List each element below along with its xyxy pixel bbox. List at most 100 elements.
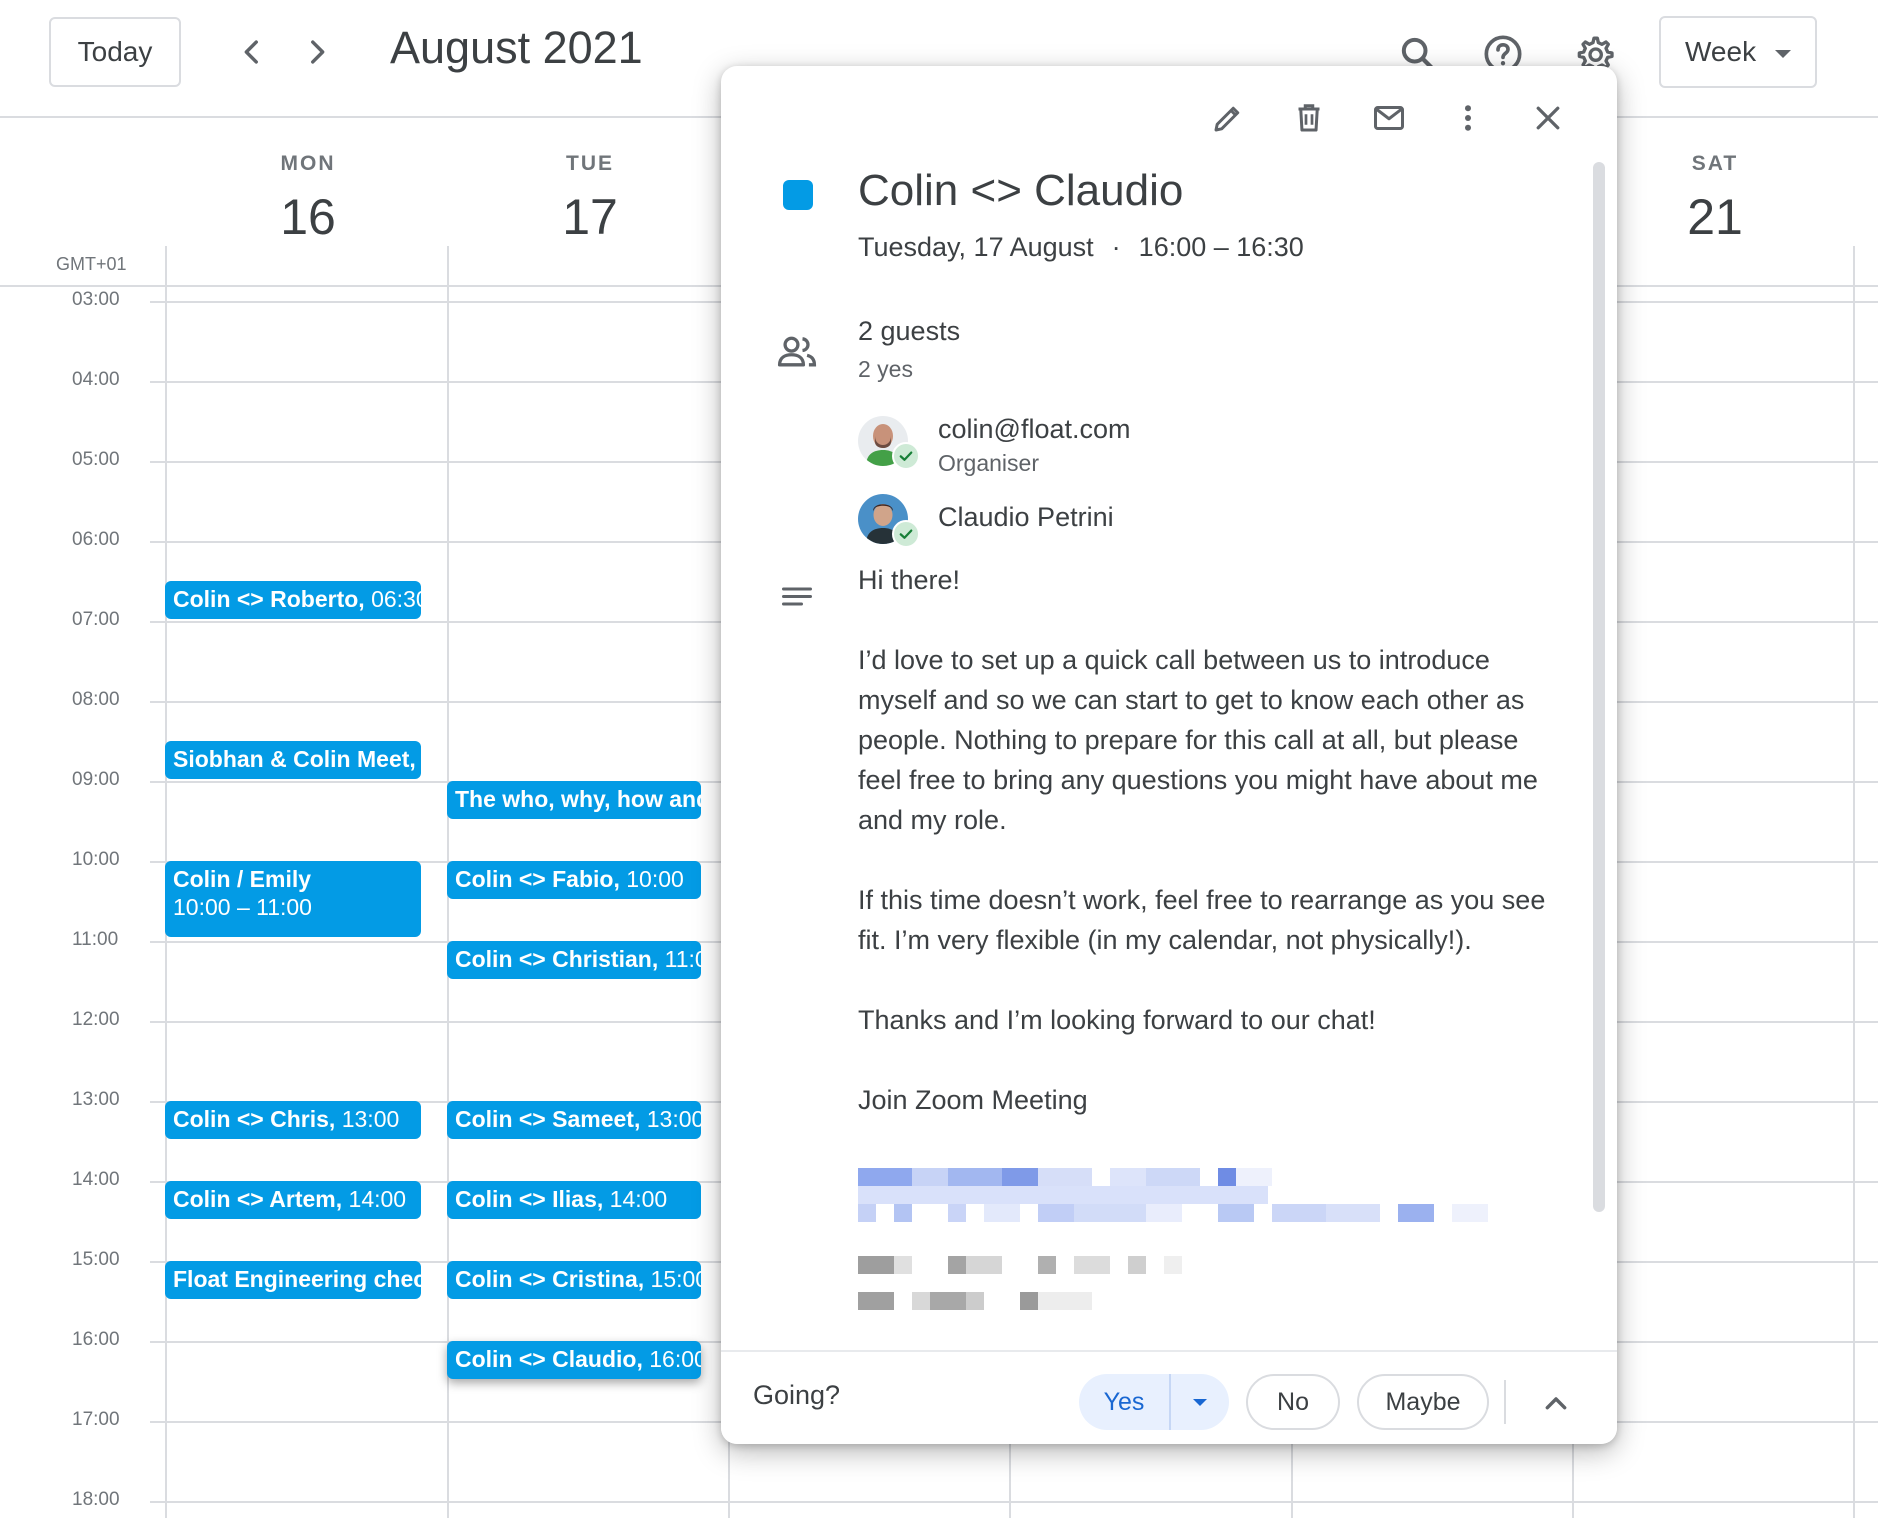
timezone-label: GMT+01 — [56, 254, 127, 274]
event-tue-who-why[interactable]: The who, why, how and — [447, 781, 701, 819]
time-label: 17:00 — [72, 1409, 120, 1430]
time-label: 14:00 — [72, 1169, 120, 1190]
separator-dot: · — [1111, 232, 1121, 262]
event-title: Colin <> Chris, — [173, 1106, 336, 1132]
pencil-icon — [1214, 106, 1240, 132]
rsvp-no-button[interactable]: No — [1246, 1374, 1340, 1430]
event-title: Colin <> Fabio, — [455, 866, 620, 892]
event-title: The who, why, how and — [455, 786, 701, 812]
description-paragraph: Hi there! — [858, 565, 961, 595]
rsvp-maybe-button[interactable]: Maybe — [1357, 1374, 1489, 1430]
close-button[interactable] — [1520, 90, 1576, 146]
day-header-mon[interactable]: MON 16 — [167, 120, 449, 246]
day-header-tue[interactable]: TUE 17 — [449, 120, 731, 246]
caret-down-icon — [1775, 50, 1791, 58]
event-time: 15:00 — [650, 1266, 701, 1292]
day-number[interactable]: 17 — [449, 188, 731, 246]
event-time: 16:00 — [642, 1346, 701, 1372]
popup-scrollbar[interactable] — [1593, 162, 1605, 1212]
close-icon — [1536, 106, 1560, 130]
people-icon — [777, 336, 817, 367]
day-of-week: TUE — [566, 152, 614, 175]
event-mon-chris[interactable]: Colin <> Chris, 13:00 — [165, 1101, 421, 1139]
event-tue-ilias[interactable]: Colin <> Ilias, 14:00 — [447, 1181, 701, 1219]
collapse-button[interactable] — [1531, 1378, 1581, 1428]
today-button[interactable]: Today — [49, 17, 181, 87]
event-time: 14:00 — [603, 1186, 668, 1212]
rsvp-yes-dropdown[interactable] — [1171, 1374, 1229, 1430]
event-title-heading: Colin <> Claudio — [858, 166, 1184, 215]
event-title: Colin <> Ilias, — [455, 1186, 604, 1212]
guests-count: 2 guests — [858, 316, 961, 346]
event-tue-claudio[interactable]: Colin <> Claudio, 16:00 — [447, 1341, 701, 1379]
view-selector[interactable]: Week — [1659, 16, 1817, 88]
event-title: Colin <> Christian, — [455, 946, 659, 972]
email-guests-button[interactable] — [1361, 90, 1417, 146]
event-mon-siobhan[interactable]: Siobhan & Colin Meet, — [165, 741, 421, 779]
event-time: 13:00 — [335, 1106, 400, 1132]
description-paragraph: If this time doesn’t work, feel free to … — [858, 885, 1546, 955]
redacted-text — [858, 1256, 1188, 1274]
trash-icon — [1298, 104, 1320, 132]
event-time: 11:00 — [664, 946, 701, 972]
event-mon-emily[interactable]: Colin / Emily 10:00 – 11:00 — [165, 861, 421, 937]
event-tue-sameet[interactable]: Colin <> Sameet, 13:00 — [447, 1101, 701, 1139]
guest-name: Claudio Petrini — [938, 502, 1114, 532]
day-number[interactable]: 16 — [167, 188, 449, 246]
event-time: 06:30 — [371, 586, 421, 612]
event-datetime: Tuesday, 17 August · 16:00 – 16:30 — [858, 232, 1304, 263]
event-mon-artem[interactable]: Colin <> Artem, 14:00 — [165, 1181, 421, 1219]
event-date: Tuesday, 17 August — [858, 232, 1094, 262]
chevron-right-icon — [311, 40, 325, 64]
day-divider — [1853, 246, 1855, 1518]
description-paragraph: Join Zoom Meeting — [858, 1085, 1088, 1115]
guest-role: Organiser — [938, 450, 1039, 476]
chevron-up-icon — [1545, 1397, 1567, 1410]
event-tue-christian[interactable]: Colin <> Christian, 11:00 — [447, 941, 701, 979]
rsvp-footer: Going? Yes No Maybe — [721, 1350, 1617, 1444]
day-of-week: MON — [280, 152, 336, 175]
event-title: Colin <> Cristina, — [455, 1266, 645, 1292]
more-options-button[interactable] — [1440, 90, 1496, 146]
previous-week-button[interactable] — [226, 26, 278, 78]
event-title: Colin <> Artem, — [173, 1186, 343, 1212]
time-label: 04:00 — [72, 369, 120, 390]
time-label: 03:00 — [72, 289, 120, 310]
event-tue-cristina[interactable]: Colin <> Cristina, 15:00 — [447, 1261, 701, 1299]
time-label: 06:00 — [72, 529, 120, 550]
next-week-button[interactable] — [291, 26, 343, 78]
event-time-range: 16:00 – 16:30 — [1138, 232, 1304, 262]
event-time: 13:00 — [640, 1106, 701, 1132]
view-selector-label: Week — [1685, 36, 1757, 67]
event-time: 10:00 — [619, 866, 684, 892]
time-label: 10:00 — [72, 849, 120, 870]
event-title: Colin <> Sameet, — [455, 1106, 641, 1132]
description-icon — [782, 587, 812, 606]
event-title: Colin <> Roberto, — [173, 586, 365, 612]
footer-divider — [1504, 1380, 1506, 1424]
going-label: Going? — [753, 1380, 841, 1410]
event-mon-roberto[interactable]: Colin <> Roberto, 06:30 — [165, 581, 421, 619]
redacted-link — [858, 1186, 1268, 1204]
event-description: Hi there! I’d love to set up a quick cal… — [858, 560, 1558, 1120]
mail-icon — [1374, 106, 1404, 130]
event-tue-fabio[interactable]: Colin <> Fabio, 10:00 — [447, 861, 701, 899]
guests-yes-count: 2 yes — [858, 356, 913, 382]
redacted-link — [858, 1204, 1488, 1222]
guest-name: colin@float.com — [938, 414, 1131, 444]
delete-event-button[interactable] — [1281, 90, 1337, 146]
edit-event-button[interactable] — [1200, 90, 1256, 146]
time-label: 15:00 — [72, 1249, 120, 1270]
event-mon-float-eng[interactable]: Float Engineering chec — [165, 1261, 421, 1299]
rsvp-yes-button[interactable]: Yes — [1079, 1388, 1169, 1417]
caret-down-icon — [1193, 1398, 1207, 1406]
event-time: 14:00 — [342, 1186, 407, 1212]
event-title: Colin / Emily — [173, 866, 312, 892]
event-title: Float Engineering chec — [173, 1266, 421, 1292]
redacted-link[interactable] — [858, 1168, 1278, 1186]
time-label: 12:00 — [72, 1009, 120, 1030]
chevron-left-icon — [244, 40, 258, 64]
hour-line — [150, 1501, 1878, 1503]
rsvp-yes-group: Yes — [1079, 1374, 1229, 1430]
event-time: 10:00 – 11:00 — [173, 894, 312, 920]
